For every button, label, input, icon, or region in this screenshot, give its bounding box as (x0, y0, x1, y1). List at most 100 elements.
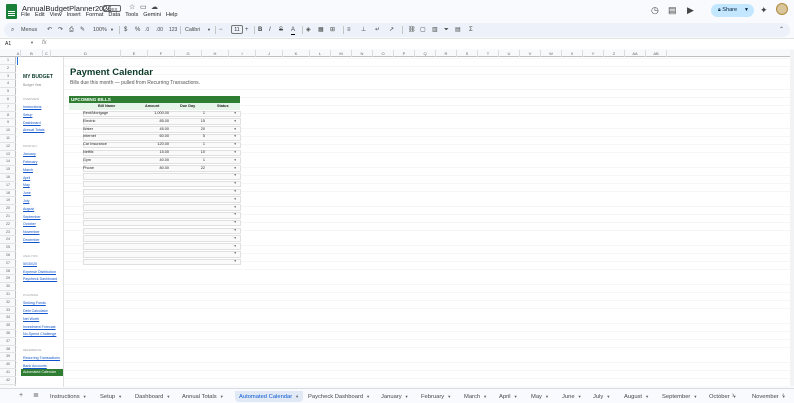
nav-link-january[interactable]: January (23, 152, 36, 156)
row-header-42[interactable]: 42 (0, 377, 16, 385)
move-folder-icon[interactable]: ▭ (140, 4, 147, 12)
row-header-31[interactable]: 31 (0, 291, 16, 299)
increase-font-size-icon[interactable]: + (245, 26, 249, 34)
number-format-button[interactable]: 123 (169, 26, 177, 34)
chevron-down-icon[interactable]: ▼ (207, 26, 211, 34)
row-header-13[interactable]: 13 (0, 151, 16, 159)
column-header-v[interactable]: V (520, 50, 541, 57)
chevron-down-icon[interactable]: ▼ (514, 394, 518, 399)
row-header-39[interactable]: 39 (0, 353, 16, 362)
chevron-down-icon[interactable]: ▼ (83, 394, 87, 399)
status-dropdown-icon[interactable]: ▾ (234, 204, 236, 212)
row-header-35[interactable]: 35 (0, 322, 16, 330)
chevron-down-icon[interactable]: ▼ (483, 394, 487, 399)
gemini-icon[interactable]: ✦ (760, 5, 768, 15)
status-dropdown-icon[interactable]: ▾ (234, 196, 236, 204)
borders-icon[interactable]: ▦ (318, 26, 324, 34)
column-header-j[interactable]: J (256, 50, 283, 57)
column-header-o[interactable]: O (373, 50, 394, 57)
tab-january[interactable]: January ▼ (381, 391, 409, 402)
fill-color-icon[interactable]: ◈ (306, 26, 311, 34)
chevron-down-icon[interactable]: ▼ (447, 394, 451, 399)
sheets-logo-icon[interactable] (6, 4, 17, 19)
percent-format-button[interactable]: % (135, 26, 140, 34)
menu-insert[interactable]: Insert (67, 12, 81, 18)
column-header-x[interactable]: X (562, 50, 583, 57)
column-header-c[interactable]: C (43, 50, 51, 57)
status-dropdown-icon[interactable]: ▾ (234, 258, 236, 266)
status-dropdown-icon[interactable]: ▾ (234, 118, 236, 126)
row-header-37[interactable]: 37 (0, 338, 16, 346)
column-header-t[interactable]: T (478, 50, 499, 57)
increase-decimal-button[interactable]: .00 (156, 26, 163, 34)
tab-march[interactable]: March ▼ (464, 391, 487, 402)
merge-cells-icon[interactable]: ⊞ (330, 26, 335, 34)
explore-icon[interactable]: ‹ (782, 392, 784, 400)
column-header-b[interactable]: B (21, 50, 43, 57)
row-header-5[interactable]: 5 (0, 88, 16, 96)
chevron-down-icon[interactable]: ▼ (118, 394, 122, 399)
row-header-16[interactable]: 16 (0, 174, 16, 182)
row-header-4[interactable]: 4 (0, 80, 16, 89)
menu-format[interactable]: Format (86, 12, 104, 18)
menu-gemini[interactable]: Gemini (143, 12, 161, 18)
vertical-align-icon[interactable]: ⊥ (361, 26, 366, 34)
row-header-8[interactable]: 8 (0, 112, 16, 120)
nav-link-active[interactable]: Automated Calendar (21, 369, 63, 376)
collapse-toolbar-icon[interactable]: ⌃ (779, 26, 784, 34)
star-icon[interactable]: ☆ (129, 4, 135, 12)
nav-link-debt-calculator[interactable]: Debt Calculator (23, 309, 48, 313)
row-header-1[interactable]: 1 (0, 57, 16, 65)
row-header-26[interactable]: 26 (0, 252, 16, 260)
status-dropdown-icon[interactable]: ▾ (234, 172, 236, 180)
row-header-12[interactable]: 12 (0, 143, 16, 151)
currency-format-button[interactable]: $ (124, 26, 127, 34)
nav-link-recurring-transactions[interactable]: Recurring Transactions (23, 356, 60, 360)
chevron-down-icon[interactable]: ▼ (366, 394, 370, 399)
nav-link-may[interactable]: May (23, 183, 30, 187)
row-header-19[interactable]: 19 (0, 197, 16, 206)
share-button[interactable]: 🔒︎ Share ▼ (711, 4, 754, 17)
row-header-30[interactable]: 30 (0, 283, 16, 291)
column-header-d[interactable]: D (51, 50, 121, 57)
nav-link-50-30-20[interactable]: 50/30/20 (23, 262, 37, 266)
tab-automated-calendar[interactable]: Automated Calendar ▼ (235, 391, 304, 402)
functions-icon[interactable]: Σ (469, 26, 473, 34)
row-header-14[interactable]: 14 (0, 158, 16, 167)
status-dropdown-icon[interactable]: ▾ (234, 141, 236, 149)
tab-august[interactable]: August ▼ (624, 391, 649, 402)
nav-link-april[interactable]: April (23, 176, 30, 180)
tab-june[interactable]: June ▼ (562, 391, 582, 402)
column-header-aa[interactable]: AA (625, 50, 646, 57)
nav-link-net-worth[interactable]: Net Worth (23, 317, 39, 321)
insert-comment-icon[interactable]: ▢ (420, 26, 426, 34)
column-header-i[interactable]: I (229, 50, 256, 57)
cloud-status-icon[interactable]: ☁ (151, 4, 158, 12)
row-header-34[interactable]: 34 (0, 314, 16, 323)
chevron-down-icon[interactable]: ▼ (30, 40, 34, 45)
status-dropdown-icon[interactable]: ▾ (234, 180, 236, 188)
nav-link-june[interactable]: June (23, 191, 31, 195)
tab-november[interactable]: November ▼ (752, 391, 786, 402)
insert-chart-icon[interactable]: ▥ (432, 26, 438, 34)
menu-file[interactable]: File (21, 12, 30, 18)
row-header-40[interactable]: 40 (0, 361, 16, 369)
nav-link-paycheck-dashboard[interactable]: Paycheck Dashboard (23, 277, 57, 281)
chevron-down-icon[interactable]: ▼ (693, 394, 697, 399)
column-header-f[interactable]: F (148, 50, 175, 57)
row-header-11[interactable]: 11 (0, 135, 16, 143)
chevron-down-icon[interactable]: ▼ (220, 394, 224, 399)
menus-label[interactable]: Menus (21, 26, 37, 34)
paint-format-icon[interactable]: ✎ (80, 26, 85, 34)
row-header-23[interactable]: 23 (0, 229, 16, 237)
row-header-28[interactable]: 28 (0, 268, 16, 276)
scroll-tabs-left-icon[interactable]: ‹ (718, 392, 720, 400)
menu-tools[interactable]: Tools (125, 12, 138, 18)
nav-link-march[interactable]: March (23, 168, 33, 172)
row-header-9[interactable]: 9 (0, 119, 16, 128)
vertical-scrollbar[interactable] (790, 50, 794, 386)
column-header-s[interactable]: S (457, 50, 478, 57)
column-header-m[interactable]: M (331, 50, 352, 57)
row-header-29[interactable]: 29 (0, 275, 16, 284)
column-header-z[interactable]: Z (604, 50, 625, 57)
